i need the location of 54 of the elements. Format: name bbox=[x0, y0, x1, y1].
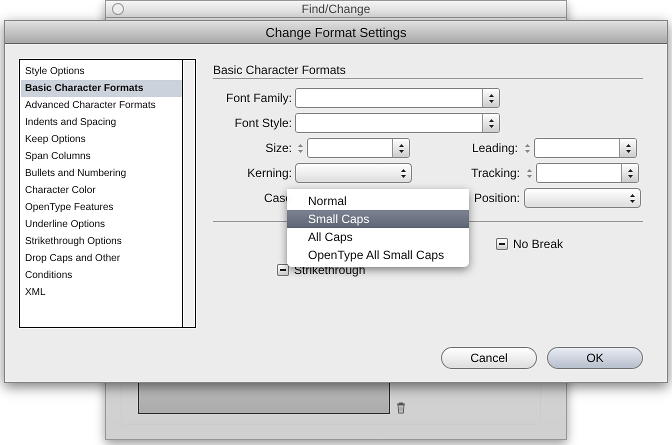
window-title: Find/Change bbox=[302, 2, 370, 16]
sidebar-item[interactable]: Conditions bbox=[21, 267, 182, 284]
up-down-arrows-icon bbox=[296, 142, 304, 154]
field-label: Font Family: bbox=[224, 91, 293, 105]
up-down-arrows-icon bbox=[624, 142, 632, 154]
combo-box[interactable] bbox=[295, 113, 500, 133]
sidebar-item[interactable]: Bullets and Numbering bbox=[21, 165, 182, 182]
sidebar-item[interactable]: Basic Character Formats bbox=[21, 80, 182, 97]
section-heading: Basic Character Formats bbox=[213, 59, 643, 79]
checkbox-label: No Break bbox=[513, 237, 564, 251]
combo-box[interactable] bbox=[307, 138, 410, 158]
combo-box[interactable] bbox=[534, 138, 637, 158]
up-down-arrows-icon bbox=[400, 168, 407, 178]
up-down-arrows-icon bbox=[629, 192, 636, 204]
sidebar-item[interactable]: Strikethrough Options bbox=[21, 233, 182, 250]
ok-button[interactable]: OK bbox=[547, 347, 643, 369]
sidebar-item[interactable]: Indents and Spacing bbox=[21, 114, 182, 131]
field-label: Font Style: bbox=[234, 116, 293, 130]
up-down-arrows-icon bbox=[626, 168, 634, 178]
popup-button[interactable] bbox=[524, 188, 641, 208]
sidebar-item[interactable]: OpenType Features bbox=[21, 199, 182, 216]
combo-box[interactable] bbox=[536, 163, 639, 183]
up-down-arrows-icon bbox=[488, 92, 494, 104]
field-label: Tracking: bbox=[470, 166, 521, 180]
up-down-arrows-icon bbox=[398, 142, 404, 154]
combo-box[interactable] bbox=[295, 88, 500, 108]
up-down-arrows-icon bbox=[524, 142, 530, 154]
trash-icon[interactable] bbox=[396, 402, 406, 414]
scrollbar[interactable] bbox=[183, 60, 195, 327]
menu-item[interactable]: OpenType All Small Caps bbox=[287, 246, 469, 264]
popup-button[interactable] bbox=[295, 163, 412, 183]
close-button[interactable] bbox=[112, 3, 124, 15]
checkbox[interactable] bbox=[496, 238, 508, 250]
sidebar-item[interactable]: Keep Options bbox=[21, 131, 182, 148]
menu-item[interactable]: All Caps bbox=[287, 228, 469, 246]
field-label: Kerning: bbox=[246, 166, 293, 180]
up-down-arrows-icon bbox=[488, 118, 494, 128]
cancel-button[interactable]: Cancel bbox=[441, 347, 537, 369]
field-label: Position: bbox=[472, 191, 521, 205]
menu-item[interactable]: Small Caps bbox=[287, 210, 469, 228]
checkbox[interactable] bbox=[277, 264, 289, 276]
sidebar-item[interactable]: Character Color bbox=[21, 182, 182, 199]
sidebar-item[interactable]: Span Columns bbox=[21, 148, 182, 165]
up-down-arrows-icon bbox=[526, 168, 532, 178]
sidebar-item[interactable]: XML bbox=[21, 284, 182, 301]
field-label: Size: bbox=[264, 141, 293, 155]
checkbox-label: Strikethrough bbox=[294, 263, 366, 277]
sidebar-item[interactable]: Style Options bbox=[21, 63, 182, 80]
sidebar-item[interactable]: Drop Caps and Other bbox=[21, 250, 182, 267]
sidebar-item[interactable]: Advanced Character Formats bbox=[21, 97, 182, 114]
field-label: Case bbox=[262, 191, 293, 205]
field-label: Leading: bbox=[470, 141, 519, 155]
dialog-title: Change Format Settings bbox=[266, 24, 406, 40]
sidebar-item[interactable]: Underline Options bbox=[21, 216, 182, 233]
